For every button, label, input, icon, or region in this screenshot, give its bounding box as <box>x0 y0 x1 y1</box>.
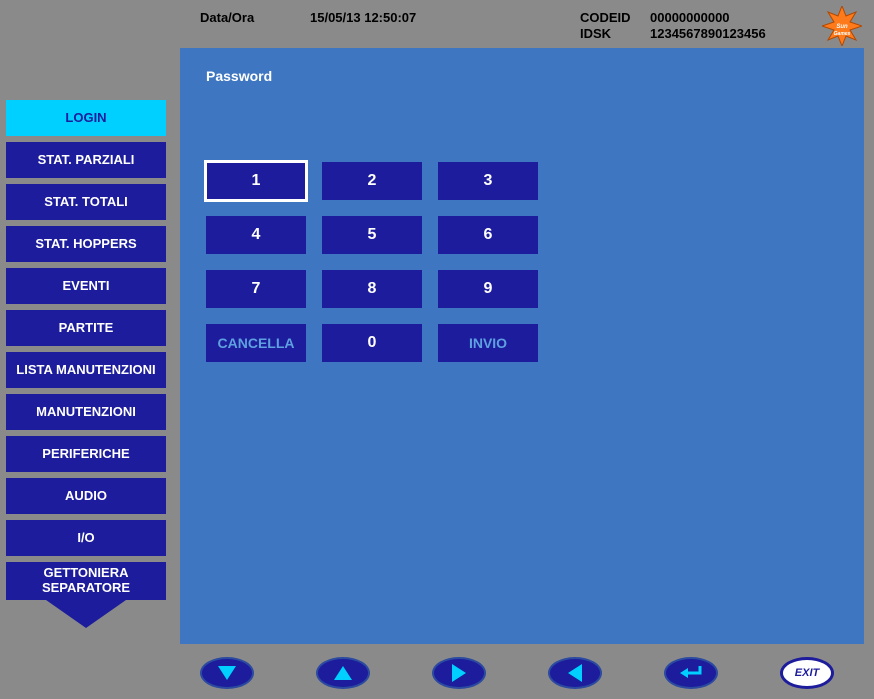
password-keypad: 1 2 3 4 5 6 7 8 9 CANCELLA 0 INVIO <box>206 162 538 362</box>
keypad-enter[interactable]: INVIO <box>438 324 538 362</box>
keypad-8[interactable]: 8 <box>322 270 422 308</box>
nav-left-button[interactable] <box>548 657 602 689</box>
sidebar-item-stat-hoppers[interactable]: STAT. HOPPERS <box>6 226 166 262</box>
keypad-3[interactable]: 3 <box>438 162 538 200</box>
sidebar-item-periferiche[interactable]: PERIFERICHE <box>6 436 166 472</box>
date-label: Data/Ora <box>200 10 254 25</box>
date-value: 15/05/13 12:50:07 <box>310 10 416 25</box>
nav-down-button[interactable] <box>200 657 254 689</box>
sidebar: LOGIN STAT. PARZIALI STAT. TOTALI STAT. … <box>6 100 171 630</box>
exit-label: EXIT <box>795 667 819 679</box>
sidebar-item-stat-parziali[interactable]: STAT. PARZIALI <box>6 142 166 178</box>
main-panel: Password 1 2 3 4 5 6 7 8 9 CANCELLA 0 IN… <box>180 48 864 644</box>
footer-nav: EXIT <box>0 647 874 699</box>
svg-text:Sun: Sun <box>836 24 848 30</box>
keypad-4[interactable]: 4 <box>206 216 306 254</box>
keypad-7[interactable]: 7 <box>206 270 306 308</box>
sidebar-item-eventi[interactable]: EVENTI <box>6 268 166 304</box>
idsk-label: IDSK <box>580 26 611 41</box>
nav-up-button[interactable] <box>316 657 370 689</box>
keypad-6[interactable]: 6 <box>438 216 538 254</box>
idsk-value: 1234567890123456 <box>650 26 766 41</box>
sidebar-item-io[interactable]: I/O <box>6 520 166 556</box>
codeid-label: CODEID <box>580 10 631 25</box>
sidebar-item-partite[interactable]: PARTITE <box>6 310 166 346</box>
keypad-5[interactable]: 5 <box>322 216 422 254</box>
svg-text:Games: Games <box>834 31 851 37</box>
keypad-0[interactable]: 0 <box>322 324 422 362</box>
sidebar-item-manutenzioni[interactable]: MANUTENZIONI <box>6 394 166 430</box>
sidebar-item-lista-manutenzioni[interactable]: LISTA MANUTENZIONI <box>6 352 166 388</box>
nav-right-button[interactable] <box>432 657 486 689</box>
keypad-cancel[interactable]: CANCELLA <box>206 324 306 362</box>
header-bar: Data/Ora 15/05/13 12:50:07 CODEID 000000… <box>0 0 874 48</box>
keypad-9[interactable]: 9 <box>438 270 538 308</box>
sidebar-item-gettoniera[interactable]: GETTONIERA SEPARATORE <box>6 562 166 600</box>
sidebar-item-stat-totali[interactable]: STAT. TOTALI <box>6 184 166 220</box>
keypad-2[interactable]: 2 <box>322 162 422 200</box>
sidebar-scroll-down-icon[interactable] <box>6 600 166 630</box>
panel-title: Password <box>206 68 272 84</box>
nav-enter-button[interactable] <box>664 657 718 689</box>
sidebar-item-audio[interactable]: AUDIO <box>6 478 166 514</box>
codeid-value: 00000000000 <box>650 10 730 25</box>
sidebar-item-login[interactable]: LOGIN <box>6 100 166 136</box>
sungames-logo-icon: Sun Games <box>822 6 862 46</box>
keypad-1[interactable]: 1 <box>206 162 306 200</box>
exit-button[interactable]: EXIT <box>780 657 834 689</box>
